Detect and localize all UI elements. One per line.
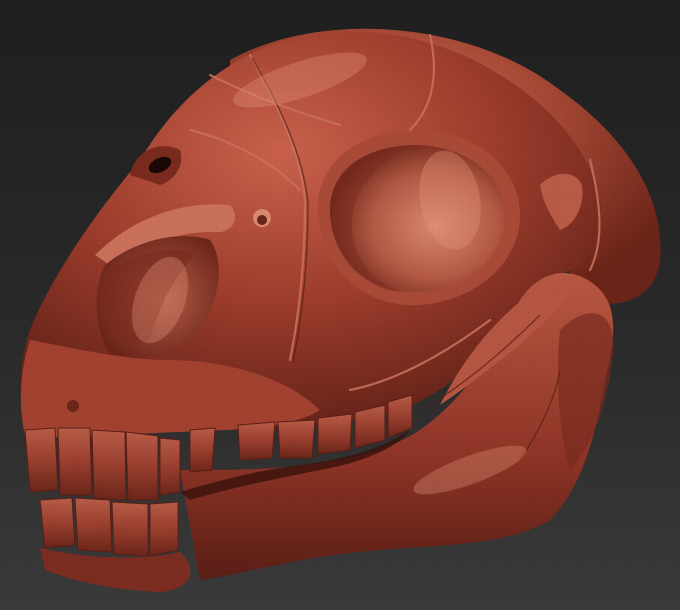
mesh-overlay: [0, 0, 680, 610]
sculpt-viewport: [0, 0, 680, 610]
skull-render: [0, 0, 680, 610]
